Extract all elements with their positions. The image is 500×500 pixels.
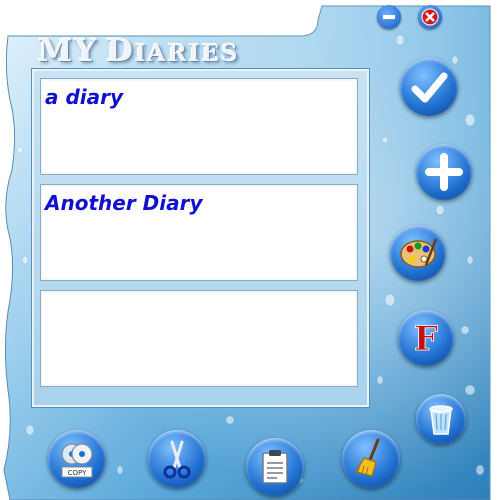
copy-disc-icon: COPY xyxy=(61,443,93,478)
copy-caption: COPY xyxy=(68,469,87,477)
paste-button[interactable] xyxy=(246,438,304,496)
diary-name: Another Diary xyxy=(45,191,203,215)
trash-icon xyxy=(429,405,453,435)
diary-entry[interactable]: Another Diary xyxy=(40,184,358,281)
delete-button[interactable] xyxy=(416,394,466,444)
color-button[interactable] xyxy=(390,225,446,281)
cut-button[interactable] xyxy=(148,430,206,488)
diary-window: MY DIARIES a diary Another Diary F COPY xyxy=(0,0,500,500)
close-button[interactable] xyxy=(418,5,442,29)
font-icon: F xyxy=(414,319,439,360)
plus-icon xyxy=(425,153,463,191)
font-glyph: F xyxy=(414,319,438,359)
title-letter-d: D xyxy=(106,33,135,69)
copy-button[interactable]: COPY xyxy=(48,430,106,488)
add-diary-button[interactable] xyxy=(416,144,472,200)
clear-button[interactable] xyxy=(342,430,400,488)
clipboard-icon xyxy=(262,450,288,484)
broom-icon xyxy=(355,438,380,477)
title-word-my: MY xyxy=(38,33,99,69)
font-button[interactable]: F xyxy=(398,310,454,366)
checkmark-icon xyxy=(411,72,448,103)
close-icon xyxy=(421,8,439,26)
diary-name: a diary xyxy=(45,85,124,109)
title-word-rest: IARIES xyxy=(134,40,240,67)
minimize-icon xyxy=(383,15,395,19)
open-diary-button[interactable] xyxy=(400,58,458,116)
window-title: MY DIARIES xyxy=(38,33,240,69)
diary-entry[interactable]: a diary xyxy=(40,78,358,175)
minimize-button[interactable] xyxy=(377,5,401,29)
diary-entry[interactable] xyxy=(40,290,358,387)
palette-icon xyxy=(400,238,438,268)
scissors-icon xyxy=(163,440,191,479)
